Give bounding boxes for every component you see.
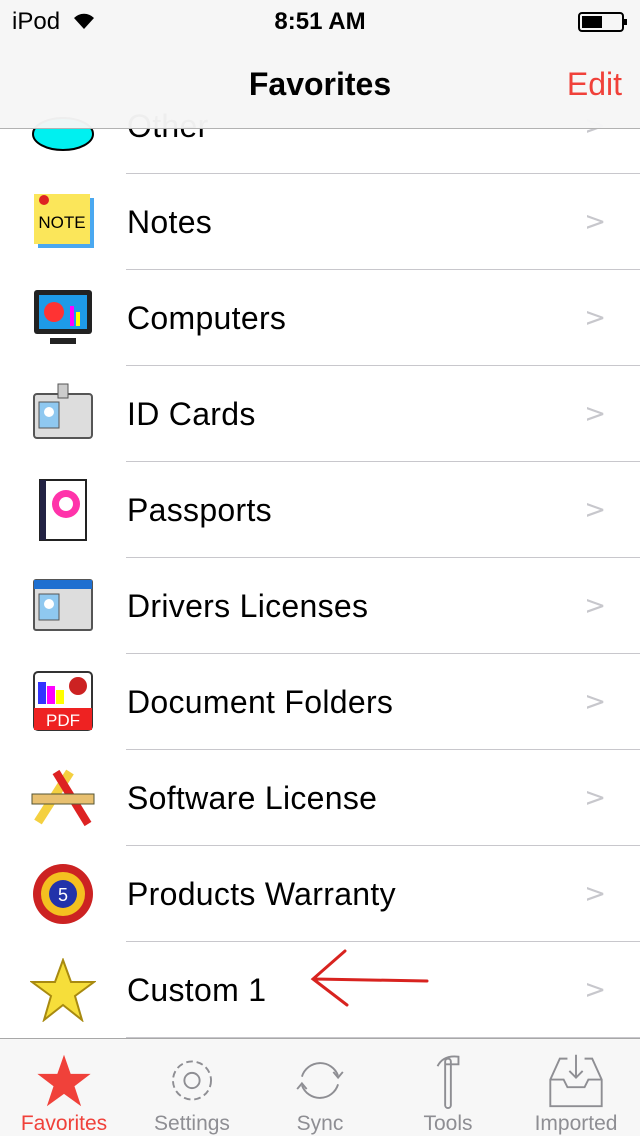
navigation-bar: iPod 8:51 AM Favorites Edit <box>0 0 640 129</box>
tab-label: Tools <box>423 1112 473 1135</box>
item-label: Computers <box>127 299 287 336</box>
computer-icon <box>34 290 92 344</box>
battery-icon <box>578 12 627 32</box>
chevron-right-icon: > <box>584 591 606 621</box>
item-label: Document Folders <box>127 683 394 720</box>
star-icon <box>30 958 96 1022</box>
id-card-icon <box>33 383 93 439</box>
item-label: ID Cards <box>127 395 256 432</box>
chevron-right-icon: > <box>584 207 606 237</box>
inbox-icon <box>549 1054 603 1108</box>
page-title: Favorites <box>248 66 392 102</box>
note-icon: NOTE <box>34 194 94 248</box>
tab-favorites[interactable]: Favorites <box>0 1039 128 1136</box>
item-label: Custom 1 <box>127 971 267 1008</box>
tab-label: Settings <box>154 1112 230 1135</box>
item-label: Passports <box>127 491 272 528</box>
chevron-right-icon: > <box>584 687 606 717</box>
chevron-right-icon: > <box>584 879 606 909</box>
chevron-right-icon: > <box>584 303 606 333</box>
list-item-document-folders[interactable]: PDF Document Folders > <box>0 654 640 750</box>
gear-icon <box>172 1060 212 1101</box>
clock: 8:51 AM <box>274 8 366 35</box>
tab-tools[interactable]: Tools <box>384 1039 512 1136</box>
pdf-icon: PDF <box>33 671 93 731</box>
tab-bar: Favorites Settings Sync Tools Imported <box>0 1038 640 1136</box>
item-label: Drivers Licenses <box>127 587 369 624</box>
list-item-computers[interactable]: Computers > <box>0 270 640 366</box>
favorites-list: Other> NOTE Notes> Computers> ID Cards> … <box>0 78 640 1038</box>
chevron-right-icon: > <box>584 783 606 813</box>
item-label: Products Warranty <box>127 875 396 912</box>
list-item-products-warranty[interactable]: 5 Products Warranty > <box>0 846 640 942</box>
list-item-software-license[interactable]: Software License > <box>0 750 640 846</box>
sync-icon <box>296 1062 344 1099</box>
item-label: Software License <box>127 779 378 816</box>
item-label: Notes <box>127 203 213 240</box>
svg-text:NOTE: NOTE <box>38 213 85 232</box>
tab-settings[interactable]: Settings <box>128 1039 256 1136</box>
star-icon <box>37 1054 91 1107</box>
chevron-right-icon: > <box>584 495 606 525</box>
svg-text:PDF: PDF <box>46 711 80 730</box>
annotation-arrow <box>310 949 429 1007</box>
list-item-passports[interactable]: Passports > <box>0 462 640 558</box>
tab-imported[interactable]: Imported <box>512 1039 640 1136</box>
edit-button[interactable]: Edit <box>567 66 622 103</box>
drivers-license-icon <box>33 579 93 631</box>
tab-label: Imported <box>534 1112 618 1135</box>
list-item-notes[interactable]: NOTE Notes > <box>0 174 640 270</box>
chevron-right-icon: > <box>584 975 606 1005</box>
pencil-ruler-icon <box>31 769 95 827</box>
status-bar: iPod 8:51 AM <box>0 0 640 40</box>
chevron-right-icon: > <box>584 399 606 429</box>
tab-label: Favorites <box>20 1112 108 1135</box>
tab-label: Sync <box>296 1112 344 1135</box>
svg-text:5: 5 <box>58 885 68 905</box>
list-item-drivers-licenses[interactable]: Drivers Licenses > <box>0 558 640 654</box>
passport-icon <box>39 479 87 541</box>
tab-sync[interactable]: Sync <box>256 1039 384 1136</box>
warranty-badge-icon: 5 <box>33 864 93 924</box>
hammer-icon <box>436 1055 460 1110</box>
list-item-id-cards[interactable]: ID Cards > <box>0 366 640 462</box>
